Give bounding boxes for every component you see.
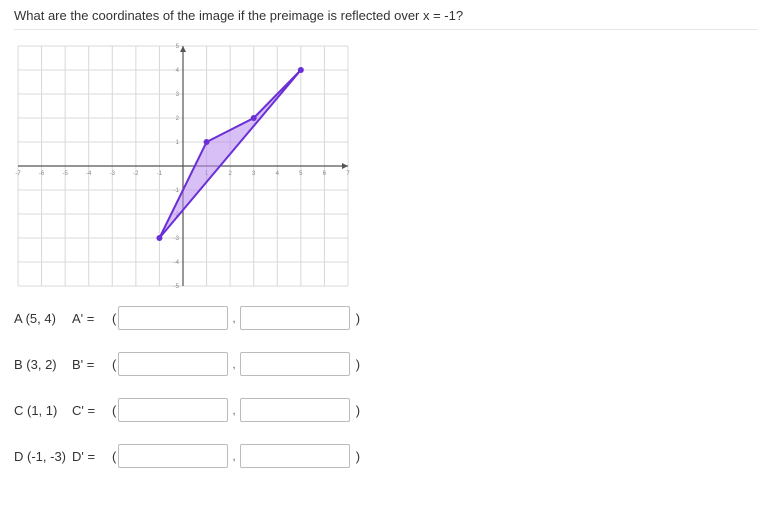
svg-text:-1: -1 — [174, 188, 180, 194]
comma: , — [232, 357, 235, 371]
open-paren: ( — [112, 403, 116, 418]
input-b-x[interactable] — [118, 352, 228, 376]
svg-text:-5: -5 — [62, 171, 68, 177]
prime-label-d: D' = — [72, 449, 112, 464]
coordinate-graph: -7-6-5-4-3-2-11234567-5-4-3-2-112345 — [8, 36, 757, 296]
svg-text:-3: -3 — [174, 236, 180, 242]
close-paren: ) — [356, 311, 360, 326]
input-a-y[interactable] — [240, 306, 350, 330]
svg-text:6: 6 — [323, 171, 327, 177]
open-paren: ( — [112, 357, 116, 372]
preimage-label-a: A (5, 4) — [14, 311, 72, 326]
open-paren: ( — [112, 311, 116, 326]
input-c-y[interactable] — [240, 398, 350, 422]
prime-label-a: A' = — [72, 311, 112, 326]
question-text: What are the coordinates of the image if… — [14, 8, 757, 30]
svg-text:-3: -3 — [110, 171, 116, 177]
row-c: C (1, 1) C' = ( , ) — [14, 398, 757, 422]
preimage-label-d: D (-1, -3) — [14, 449, 72, 464]
prime-label-b: B' = — [72, 357, 112, 372]
row-b: B (3, 2) B' = ( , ) — [14, 352, 757, 376]
svg-text:-4: -4 — [86, 171, 92, 177]
close-paren: ) — [356, 449, 360, 464]
preimage-label-b: B (3, 2) — [14, 357, 72, 372]
svg-text:3: 3 — [252, 171, 256, 177]
input-a-x[interactable] — [118, 306, 228, 330]
svg-text:1: 1 — [176, 140, 180, 146]
row-d: D (-1, -3) D' = ( , ) — [14, 444, 757, 468]
preimage-label-c: C (1, 1) — [14, 403, 72, 418]
answer-section: A (5, 4) A' = ( , ) B (3, 2) B' = ( , ) … — [14, 306, 757, 468]
row-a: A (5, 4) A' = ( , ) — [14, 306, 757, 330]
input-b-y[interactable] — [240, 352, 350, 376]
comma: , — [232, 449, 235, 463]
prime-label-c: C' = — [72, 403, 112, 418]
svg-text:-7: -7 — [15, 171, 21, 177]
svg-text:-2: -2 — [133, 171, 139, 177]
svg-text:4: 4 — [176, 68, 180, 74]
input-d-y[interactable] — [240, 444, 350, 468]
close-paren: ) — [356, 403, 360, 418]
svg-text:-6: -6 — [39, 171, 45, 177]
svg-text:-5: -5 — [174, 284, 180, 290]
svg-text:4: 4 — [276, 171, 280, 177]
svg-text:3: 3 — [176, 92, 180, 98]
comma: , — [232, 403, 235, 417]
input-c-x[interactable] — [118, 398, 228, 422]
svg-text:5: 5 — [176, 44, 180, 50]
svg-text:-4: -4 — [174, 260, 180, 266]
comma: , — [232, 311, 235, 325]
svg-text:7: 7 — [346, 171, 350, 177]
graph-svg: -7-6-5-4-3-2-11234567-5-4-3-2-112345 — [8, 36, 358, 296]
svg-text:-1: -1 — [157, 171, 163, 177]
svg-text:5: 5 — [299, 171, 303, 177]
svg-text:2: 2 — [176, 116, 180, 122]
svg-text:2: 2 — [228, 171, 232, 177]
close-paren: ) — [356, 357, 360, 372]
open-paren: ( — [112, 449, 116, 464]
input-d-x[interactable] — [118, 444, 228, 468]
